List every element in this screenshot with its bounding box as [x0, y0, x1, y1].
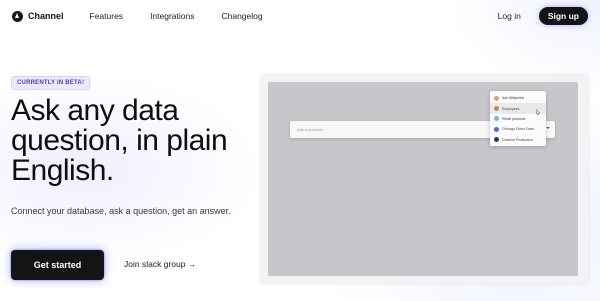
database-icon	[494, 126, 499, 132]
brand[interactable]: Channel	[12, 10, 64, 22]
database-icon	[494, 116, 499, 122]
dropdown-item[interactable]: Ask Wikipedia	[490, 93, 546, 103]
signup-button[interactable]: Sign up	[538, 7, 588, 25]
query-placeholder: Ask a question	[297, 127, 324, 132]
hero-subtext: Connect your database, ask a question, g…	[11, 206, 231, 216]
dropdown-item-label: Chicago Crime Data	[502, 127, 534, 132]
database-icon	[494, 95, 499, 101]
nav-link-integrations[interactable]: Integrations	[150, 11, 194, 21]
dropdown-item[interactable]: Channel Production	[490, 135, 546, 145]
channel-logo-icon	[12, 10, 23, 22]
get-started-button[interactable]: Get started	[11, 250, 104, 280]
brand-name: Channel	[28, 11, 64, 21]
top-navbar: Channel Features Integrations Changelog …	[0, 0, 600, 32]
nav-link-changelog[interactable]: Changelog	[221, 11, 262, 21]
dropdown-item-label: Retail products	[502, 116, 526, 121]
nav-link-features[interactable]: Features	[90, 11, 124, 21]
chevron-down-icon[interactable]	[546, 127, 550, 129]
join-slack-link[interactable]: Join slack group →	[124, 259, 196, 269]
pointer-cursor-icon	[536, 109, 541, 116]
nav-actions: Log in Sign up	[498, 7, 588, 25]
dropdown-item-label: Channel Production	[502, 137, 533, 142]
database-icon	[494, 106, 499, 112]
database-icon	[494, 137, 499, 143]
beta-badge: CURRENTLY IN BETA!	[11, 76, 91, 90]
dropdown-item-label: Ask Wikipedia	[502, 96, 524, 101]
dropdown-item-label: Employees	[502, 106, 520, 111]
database-dropdown: Ask Wikipedia Employees Retail products …	[490, 91, 546, 146]
nav-links: Features Integrations Changelog	[90, 11, 263, 21]
hero-headline: Ask any data question, in plain English.	[11, 94, 228, 187]
login-link[interactable]: Log in	[498, 11, 521, 21]
dropdown-item[interactable]: Chicago Crime Data	[490, 124, 546, 134]
